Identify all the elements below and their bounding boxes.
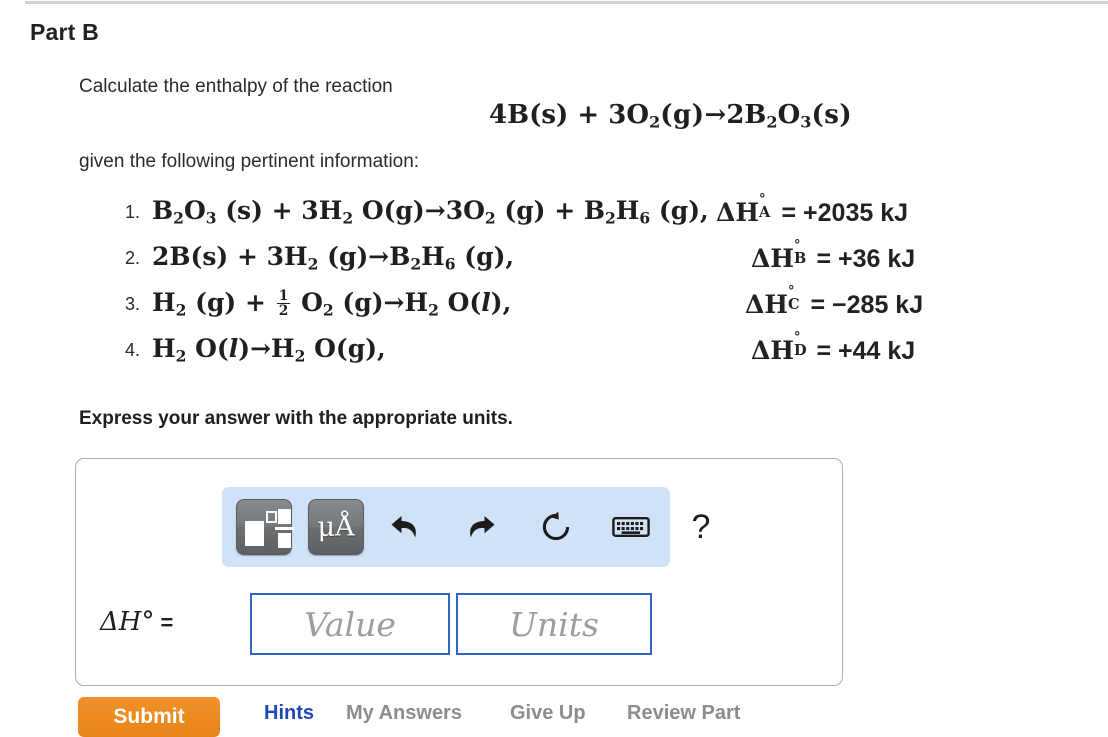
action-bar: Submit Hints My Answers Give Up Review P…	[78, 697, 978, 737]
delta-h-equals: =	[816, 337, 832, 365]
answer-delta-h: ΔH	[100, 607, 142, 637]
reaction-delta-h: ΔH ° C = −285 kJ	[745, 283, 924, 320]
delta-h-subscript: C	[788, 295, 800, 313]
answer-panel: μÅ ? ΔH° = Value Units	[75, 458, 843, 686]
reaction-number: 1.	[124, 202, 140, 222]
answer-entry-row: ΔH° = Value Units	[100, 593, 700, 657]
reaction-list: 1. B2O3 (s) + 3H2 O(g)→3O2 (g) + B2H6 (g…	[112, 191, 1012, 380]
target-product-b-sub: 2	[766, 112, 778, 132]
prompt-line-given: given the following pertinent informatio…	[79, 151, 420, 172]
reaction-row: 3. H2 (g) + 12 O2 (g)→H2 O(l), ΔH ° C = −2…	[112, 283, 1012, 334]
reaction-equation: H2 (g) + 12 O2 (g)→H2 O(l),	[152, 288, 512, 320]
answer-equals: =	[160, 610, 174, 635]
delta-h-value: +36 kJ	[838, 245, 916, 273]
reaction-row: 4. H2 O(l)→H2 O(g), ΔH ° D = +44 kJ	[112, 329, 1012, 380]
delta-h-value: +2035 kJ	[803, 199, 909, 227]
answer-instruction: Express your answer with the appropriate…	[79, 408, 513, 429]
delta-h-equals: =	[781, 199, 797, 227]
units-placeholder: Units	[509, 604, 599, 644]
target-coef-o2: 3	[608, 100, 627, 130]
reaction-delta-h: ΔH ° B = +36 kJ	[751, 237, 916, 274]
target-o-state: (g)	[660, 100, 705, 130]
delta-h-value: +44 kJ	[838, 337, 916, 365]
target-plus: +	[577, 100, 600, 130]
submit-button[interactable]: Submit	[78, 697, 220, 737]
redo-button[interactable]	[456, 503, 504, 551]
help-button[interactable]: ?	[677, 503, 725, 551]
target-product-o: O	[777, 100, 801, 130]
target-coef-product: 2	[726, 100, 745, 130]
target-coef-b: 4	[489, 100, 508, 130]
template-box-icon	[245, 521, 264, 546]
delta-h-subscript: D	[794, 341, 807, 359]
reaction-delta-h: ΔH ° D = +44 kJ	[751, 329, 916, 366]
target-element-b: B	[507, 100, 530, 130]
template-fraction-bar-icon	[275, 527, 294, 530]
target-o-sub: 2	[649, 112, 661, 132]
reaction-row: 1. B2O3 (s) + 3H2 O(g)→3O2 (g) + B2H6 (g…	[112, 191, 1012, 242]
question-mark-icon: ?	[691, 508, 711, 546]
one-half-fraction: 12	[277, 288, 290, 320]
target-product-b: B	[744, 100, 767, 130]
target-element-o: O	[626, 100, 649, 130]
reaction-equation: 2B(s) + 3H2 (g)→B2H6 (g),	[152, 242, 515, 274]
page-title: Part B	[30, 19, 99, 45]
delta-h-subscript: B	[794, 249, 807, 267]
delta-h-equals: =	[816, 245, 832, 273]
template-fraction-denominator-icon	[278, 533, 291, 548]
reaction-equation: H2 O(l)→H2 O(g),	[152, 334, 386, 366]
micro-angstrom-icon: μÅ	[317, 511, 355, 543]
target-b-state: (s)	[529, 100, 569, 130]
target-product-o-sub: 3	[800, 112, 812, 132]
prompt-line-calculate: Calculate the enthalpy of the reaction	[79, 76, 393, 97]
reaction-row: 2. 2B(s) + 3H2 (g)→B2H6 (g), ΔH ° B = +36 …	[112, 237, 1012, 288]
delta-h-symbol: ΔH ° B	[751, 237, 807, 273]
delta-h-equals: =	[810, 291, 826, 319]
delta-h-symbol: ΔH ° A	[716, 191, 771, 227]
top-divider	[25, 1, 1108, 4]
template-superscript-icon	[266, 511, 277, 523]
reaction-delta-h: ΔH ° A = +2035 kJ	[716, 191, 909, 228]
reaction-equation: B2O3 (s) + 3H2 O(g)→3O2 (g) + B2H6 (g),	[152, 196, 709, 228]
undo-button[interactable]	[382, 503, 430, 551]
target-arrow: →	[704, 100, 727, 130]
keyboard-button[interactable]	[607, 503, 655, 551]
units-input[interactable]: Units	[456, 593, 652, 655]
reset-button[interactable]	[532, 503, 580, 551]
reaction-number: 2.	[124, 248, 140, 268]
value-input[interactable]: Value	[250, 593, 450, 655]
delta-h-subscript: A	[759, 203, 771, 221]
delta-h-symbol: ΔH ° C	[745, 283, 800, 319]
units-symbols-button[interactable]: μÅ	[308, 499, 364, 555]
delta-h-value: −285 kJ	[832, 291, 924, 319]
target-reaction-equation: 4B(s) + 3O2(g)→2B2O3(s)	[489, 100, 852, 130]
reaction-number: 4.	[124, 340, 140, 360]
math-toolbar: μÅ ?	[222, 487, 710, 567]
reaction-number: 3.	[124, 294, 140, 314]
answer-degree-sign: °	[141, 607, 155, 637]
answer-label: ΔH° =	[100, 607, 173, 637]
target-product-state: (s)	[811, 100, 853, 130]
delta-h-symbol: ΔH ° D	[751, 329, 807, 365]
template-fraction-numerator-icon	[278, 509, 291, 524]
value-placeholder: Value	[304, 604, 396, 644]
math-template-button[interactable]	[236, 499, 294, 555]
